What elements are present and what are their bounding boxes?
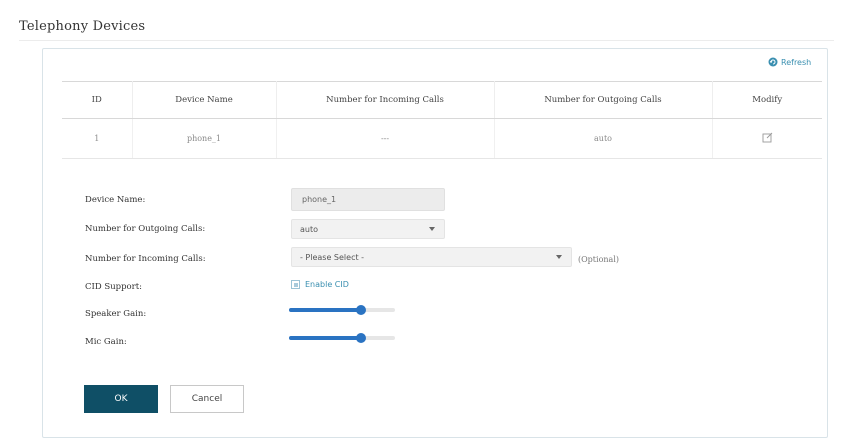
column-header-device-name: Device Name [132, 81, 277, 119]
ok-button[interactable]: OK [84, 385, 158, 413]
cell-device-name: phone_1 [132, 118, 277, 159]
cid-checkbox[interactable]: Enable CID [291, 280, 349, 289]
mic-gain-label: Mic Gain: [85, 337, 127, 347]
cid-label: CID Support: [85, 282, 143, 292]
outgoing-label: Number for Outgoing Calls: [85, 224, 206, 234]
cancel-button[interactable]: Cancel [170, 385, 244, 413]
device-name-field[interactable]: phone_1 [291, 188, 445, 211]
table-header-row: ID Device Name Number for Incoming Calls… [62, 81, 822, 119]
incoming-label: Number for Incoming Calls: [85, 254, 206, 264]
outgoing-value: auto [300, 224, 319, 234]
slider-fill [289, 308, 362, 312]
refresh-label: Refresh [781, 57, 812, 67]
speaker-gain-slider[interactable] [289, 304, 395, 316]
devices-table: ID Device Name Number for Incoming Calls… [62, 81, 822, 159]
chevron-down-icon [556, 255, 562, 259]
cell-incoming: --- [276, 118, 495, 159]
outgoing-select[interactable]: auto [291, 219, 445, 239]
refresh-button[interactable]: Refresh [768, 57, 811, 67]
device-name-label: Device Name: [85, 195, 146, 205]
mic-gain-slider[interactable] [289, 332, 395, 344]
refresh-icon [768, 57, 778, 67]
column-header-modify: Modify [712, 81, 822, 119]
cell-modify [712, 118, 822, 159]
slider-handle[interactable] [356, 305, 367, 315]
incoming-select[interactable]: - Please Select - [291, 247, 572, 267]
slider-handle[interactable] [356, 333, 367, 343]
chevron-down-icon [429, 227, 435, 231]
cell-id: 1 [62, 118, 133, 159]
cell-outgoing: auto [494, 118, 713, 159]
page-title: Telephony Devices [19, 19, 146, 34]
title-divider [19, 40, 834, 41]
slider-fill [289, 336, 362, 340]
column-header-outgoing: Number for Outgoing Calls [494, 81, 713, 119]
column-header-id: ID [62, 81, 133, 119]
incoming-placeholder: - Please Select - [300, 252, 365, 262]
incoming-optional-hint: (Optional) [578, 255, 619, 264]
speaker-gain-label: Speaker Gain: [85, 309, 147, 319]
cid-checkbox-label: Enable CID [305, 280, 349, 289]
checkbox-icon [291, 280, 300, 289]
column-header-incoming: Number for Incoming Calls [276, 81, 495, 119]
edit-icon[interactable] [762, 132, 773, 145]
table-row: 1 phone_1 --- auto [62, 118, 822, 159]
